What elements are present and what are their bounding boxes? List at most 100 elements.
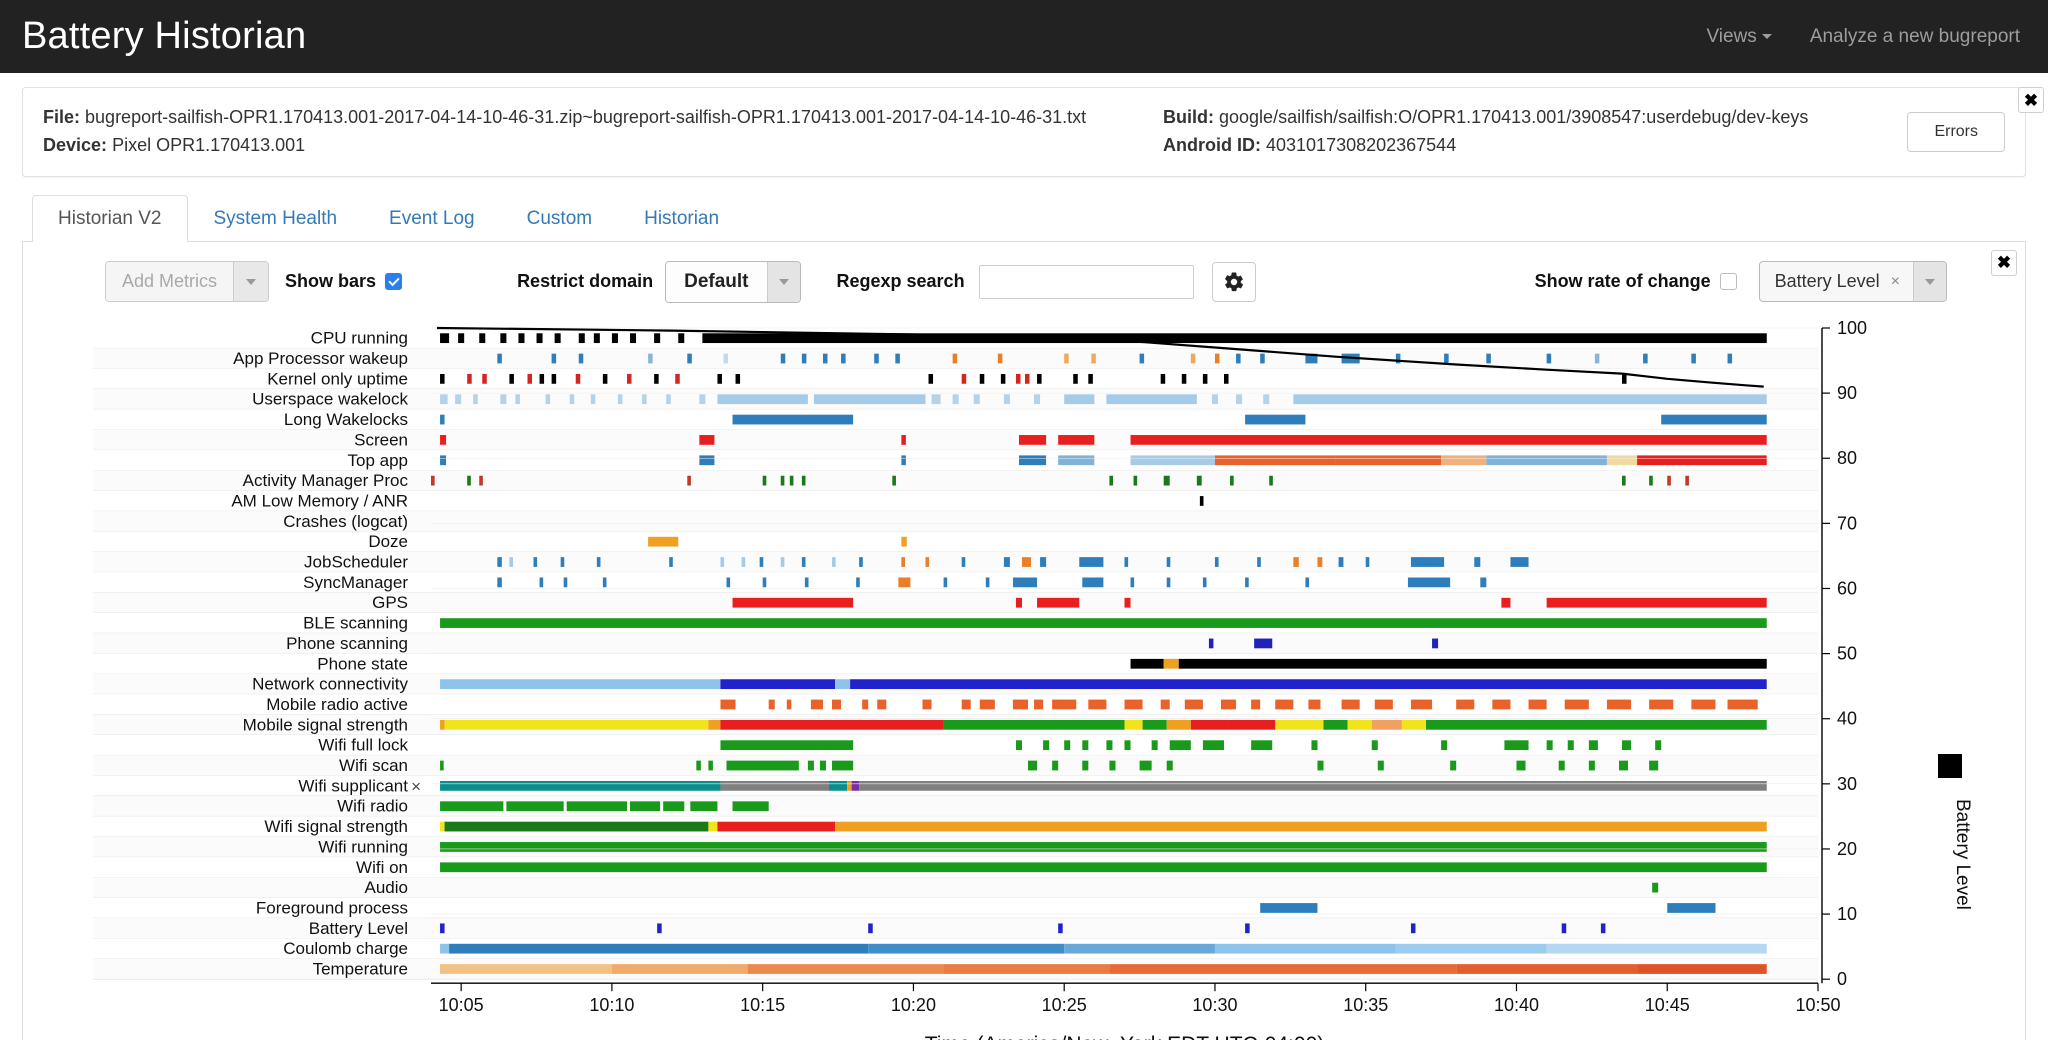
timeline-segment[interactable]: [536, 333, 543, 343]
timeline-segment[interactable]: [545, 394, 551, 404]
timeline-segment[interactable]: [1637, 455, 1767, 465]
timeline-segment[interactable]: [440, 760, 444, 771]
timeline-segment[interactable]: [862, 699, 869, 710]
timeline-segment[interactable]: [813, 394, 926, 404]
timeline-row[interactable]: Wifi signal strength: [93, 816, 1818, 838]
timeline-segment[interactable]: [720, 556, 725, 567]
timeline-segment[interactable]: [440, 862, 1767, 872]
timeline-segment[interactable]: [1317, 760, 1324, 771]
timeline-row[interactable]: Wifi supplicant ×: [93, 775, 1818, 797]
timeline-row[interactable]: Wifi full lock: [93, 734, 1818, 756]
timeline-segment[interactable]: [1166, 577, 1171, 588]
tab-system-health[interactable]: System Health: [188, 195, 364, 242]
timeline-segment[interactable]: [1037, 373, 1042, 384]
timeline-segment[interactable]: [819, 760, 826, 771]
timeline-segment[interactable]: [1546, 597, 1767, 608]
timeline-segment[interactable]: [1052, 699, 1077, 710]
timeline-segment[interactable]: [1163, 658, 1179, 669]
timeline-segment[interactable]: [1667, 475, 1671, 486]
timeline-segment[interactable]: [1528, 699, 1547, 710]
timeline-segment[interactable]: [832, 760, 854, 771]
metric-chip-select[interactable]: Battery Level ×: [1758, 261, 1947, 303]
timeline-segment[interactable]: [473, 394, 478, 404]
timeline-segment[interactable]: [1106, 740, 1113, 750]
timeline-segment[interactable]: [720, 780, 830, 791]
timeline-segment[interactable]: [458, 333, 465, 343]
timeline-segment[interactable]: [1622, 373, 1627, 384]
timeline-segment[interactable]: [717, 373, 722, 384]
timeline-segment[interactable]: [1245, 923, 1250, 933]
timeline-segment[interactable]: [1317, 556, 1323, 567]
timeline-segment[interactable]: [578, 333, 585, 343]
timeline-segment[interactable]: [1130, 577, 1135, 588]
timeline-segment[interactable]: [1480, 577, 1487, 588]
timeline-segment[interactable]: [497, 556, 502, 567]
timeline-segment[interactable]: [1018, 455, 1047, 465]
timeline-segment[interactable]: [1395, 943, 1547, 954]
timeline-segment[interactable]: [551, 373, 557, 384]
timeline-segment[interactable]: [1064, 394, 1095, 404]
timeline-segment[interactable]: [1652, 882, 1659, 893]
timeline-segment[interactable]: [1606, 455, 1638, 465]
timeline-segment[interactable]: [1124, 556, 1129, 567]
timeline-segment[interactable]: [723, 353, 728, 364]
timeline-segment[interactable]: [1227, 719, 1276, 730]
timeline-segment[interactable]: [985, 577, 990, 588]
timeline-segment[interactable]: [699, 394, 706, 404]
timeline-segment[interactable]: [762, 475, 767, 486]
timeline-segment[interactable]: [1293, 556, 1299, 567]
timeline-segment[interactable]: [735, 373, 741, 384]
timeline-segment[interactable]: [1637, 963, 1767, 974]
timeline-segment[interactable]: [1003, 394, 1010, 404]
timeline-segment[interactable]: [1365, 556, 1370, 567]
timeline-segment[interactable]: [1667, 902, 1716, 913]
timeline-segment[interactable]: [515, 394, 520, 404]
timeline-segment[interactable]: [1052, 760, 1059, 771]
timeline-segment[interactable]: [780, 556, 785, 567]
timeline-segment[interactable]: [1088, 373, 1093, 384]
timeline-segment[interactable]: [1181, 373, 1187, 384]
timeline-segment[interactable]: [1124, 740, 1131, 750]
timeline-segment[interactable]: [1133, 475, 1138, 486]
timeline-segment[interactable]: [1347, 719, 1372, 730]
timeline-segment[interactable]: [569, 394, 575, 404]
tab-historian[interactable]: Historian: [618, 195, 745, 242]
timeline-row[interactable]: SyncManager: [93, 571, 1818, 593]
metric-chip-remove-icon[interactable]: ×: [1891, 273, 1900, 291]
restrict-domain-select[interactable]: Default: [665, 260, 801, 303]
timeline-segment[interactable]: [1492, 699, 1511, 710]
timeline-segment[interactable]: [1000, 373, 1006, 384]
timeline-segment[interactable]: [497, 577, 502, 588]
timeline-segment[interactable]: [1088, 699, 1107, 710]
timeline-segment[interactable]: [506, 801, 564, 811]
close-info-panel-icon[interactable]: ✖: [2018, 87, 2044, 113]
timeline-segment[interactable]: [1015, 597, 1022, 608]
timeline-segment[interactable]: [509, 556, 514, 567]
timeline-segment[interactable]: [1401, 719, 1427, 730]
timeline-segment[interactable]: [1410, 923, 1416, 933]
timeline-segment[interactable]: [931, 394, 941, 404]
timeline-segment[interactable]: [1012, 577, 1038, 588]
timeline-segment[interactable]: [444, 821, 709, 832]
timeline-segment[interactable]: [1214, 943, 1396, 954]
timeline-segment[interactable]: [1655, 740, 1662, 750]
timeline-segment[interactable]: [1178, 658, 1767, 669]
timeline-segment[interactable]: [1323, 719, 1348, 730]
timeline-segment[interactable]: [617, 394, 623, 404]
timeline-segment[interactable]: [593, 333, 600, 343]
timeline-row[interactable]: Activity Manager Proc: [93, 470, 1818, 492]
timeline-segment[interactable]: [1308, 699, 1321, 710]
timeline-segment[interactable]: [841, 353, 846, 364]
timeline-segment[interactable]: [1202, 577, 1207, 588]
timeline-segment[interactable]: [440, 434, 447, 445]
timeline-segment[interactable]: [455, 394, 462, 404]
timeline-segment[interactable]: [789, 475, 794, 486]
timeline-segment[interactable]: [859, 780, 1767, 791]
timeline-segment[interactable]: [1649, 475, 1653, 486]
timeline-row[interactable]: Screen: [93, 429, 1818, 451]
timeline-segment[interactable]: [440, 679, 721, 689]
timeline-segment[interactable]: [669, 556, 673, 567]
show-bars-checkbox[interactable]: [385, 273, 403, 291]
timeline-segment[interactable]: [1169, 740, 1191, 750]
timeline-segment[interactable]: [687, 353, 692, 364]
